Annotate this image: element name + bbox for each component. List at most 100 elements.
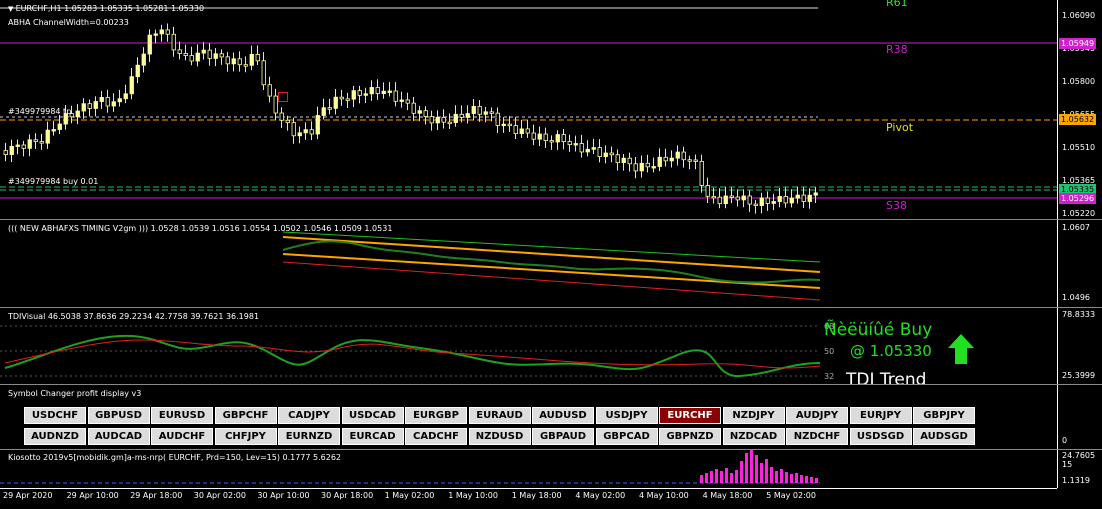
current-price-tag: 1.05296 (1059, 193, 1097, 204)
symbol-button-eurcad[interactable]: EURCAD (341, 428, 404, 445)
s38-label: S38 (886, 199, 907, 212)
time-tick: 4 May 02:00 (575, 491, 626, 500)
time-tick: 29 Apr 2020 (3, 491, 53, 500)
symbol-button-usdjpy[interactable]: USDJPY (595, 407, 658, 424)
candle-body (705, 185, 710, 197)
symbol-button-cadchf[interactable]: CADCHF (405, 428, 467, 445)
symbol-button-usdchf[interactable]: USDCHF (24, 407, 86, 424)
kiosotto-bar (810, 477, 813, 483)
kiosotto-title: Kiosotto 2019v5[mobidik.gm]a-ms-nrp( EUR… (8, 453, 342, 462)
candle-body (657, 156, 662, 167)
kiosotto-bar (790, 474, 793, 483)
candle-body (303, 129, 308, 134)
time-tick: 4 May 18:00 (702, 491, 753, 500)
buy-signal-price: @ 1.05330 (850, 342, 932, 360)
candle-body (123, 93, 128, 100)
candle-body (477, 106, 482, 115)
candle-body (795, 194, 800, 199)
symbol-button-audnzd[interactable]: AUDNZD (24, 428, 86, 445)
symbol-button-nzdusd[interactable]: NZDUSD (468, 428, 531, 445)
candle-body (93, 101, 98, 109)
dropdown-icon[interactable]: ▼ (8, 5, 16, 13)
symbol-button-audchf[interactable]: AUDCHF (151, 428, 213, 445)
symbol-button-audsgd[interactable]: AUDSGD (913, 428, 975, 445)
candle-body (777, 196, 782, 202)
candle-body (507, 123, 512, 127)
candle-body (555, 134, 560, 143)
candle-body (87, 103, 92, 109)
candle-body (21, 144, 26, 149)
candle-body (207, 49, 212, 59)
candle-body (399, 99, 404, 102)
candle-body (171, 33, 176, 51)
symbol-button-audjpy[interactable]: AUDJPY (786, 407, 848, 424)
r38-label: R38 (886, 43, 908, 56)
symbol-button-gbpusd[interactable]: GBPUSD (87, 407, 150, 424)
tdi-level-50: 50 (824, 347, 835, 356)
symbol-button-nzdcad[interactable]: NZDCAD (722, 428, 785, 445)
candle-body (51, 129, 56, 132)
candle-body (357, 90, 362, 96)
symbol-button-nzdjpy[interactable]: NZDJPY (722, 407, 785, 424)
candle-body (549, 140, 554, 143)
candle-body (429, 116, 434, 124)
symbol-button-usdsgd[interactable]: USDSGD (849, 428, 912, 445)
symbol-button-gbpjpy[interactable]: GBPJPY (913, 407, 975, 424)
time-tick: 1 May 02:00 (384, 491, 435, 500)
kiosotto-bar (700, 475, 703, 483)
alert-icon[interactable] (278, 92, 288, 102)
symbol-button-gbpchf[interactable]: GBPCHF (214, 407, 277, 424)
symbol-button-eurjpy[interactable]: EURJPY (849, 407, 912, 424)
candle-body (183, 53, 188, 56)
candle-body (789, 197, 794, 204)
symbol-button-chfjpy[interactable]: CHFJPY (214, 428, 277, 445)
candle-body (441, 116, 446, 123)
symbol-button-audusd[interactable]: AUDUSD (532, 407, 594, 424)
symbol-button-nzdchf[interactable]: NZDCHF (786, 428, 848, 445)
symbol-button-audcad[interactable]: AUDCAD (87, 428, 150, 445)
candle-body (27, 139, 32, 149)
main-chart-pane[interactable]: ▼ EURCHF,H1 1.05283 1.05335 1.05281 1.05… (0, 0, 1057, 219)
symbol-button-eurusd[interactable]: EURUSD (151, 407, 213, 424)
candle-body (729, 195, 734, 198)
candle-body (447, 121, 452, 125)
symbol-button-gbpcad[interactable]: GBPCAD (595, 428, 658, 445)
candle-body (471, 106, 476, 114)
candle-body (297, 132, 302, 137)
candle-body (723, 195, 728, 205)
symbol-axis: 0 (1057, 385, 1102, 449)
symbol-button-euraud[interactable]: EURAUD (468, 407, 531, 424)
candle-body (351, 90, 356, 100)
candle-body (519, 128, 524, 135)
timing-title: ((( NEW ABHAFXS TIMING V2gm ))) 1.0528 1… (8, 224, 393, 233)
candle-body (369, 87, 374, 95)
pivot-label: Pivot (886, 121, 914, 134)
kiosotto-bar (715, 469, 718, 483)
symbol-button-cadjpy[interactable]: CADJPY (278, 407, 340, 424)
kiosotto-bar (770, 467, 773, 483)
symbol-button-eurnzd[interactable]: EURNZD (278, 428, 340, 445)
chart-title: ▼ EURCHF,H1 1.05283 1.05335 1.05281 1.05… (8, 4, 204, 13)
candle-body (117, 98, 122, 103)
candle-body (129, 76, 134, 95)
symbol-button-usdcad[interactable]: USDCAD (341, 407, 404, 424)
symbol-button-eurgbp[interactable]: EURGBP (405, 407, 467, 424)
symbol-button-gbpnzd[interactable]: GBPNZD (659, 428, 721, 445)
candle-body (45, 129, 50, 144)
tdi-pane[interactable]: TDIVisual 46.5038 37.8636 29.2234 42.775… (0, 308, 1057, 384)
price-tick: 1.05220 (1062, 209, 1096, 218)
tdi-axis: 78.8333 25.3999 (1057, 308, 1102, 384)
candle-body (231, 58, 236, 65)
candle-body (417, 110, 422, 114)
candle-body (807, 194, 812, 202)
candle-body (273, 95, 278, 114)
timing-indicator-pane[interactable]: ((( NEW ABHAFXS TIMING V2gm ))) 1.0528 1… (0, 220, 1057, 307)
kiosotto-bar (765, 459, 768, 483)
symbol-button-gbpaud[interactable]: GBPAUD (532, 428, 594, 445)
kiosotto-bar (730, 473, 733, 483)
pivot-price-tag: 1.05632 (1059, 114, 1097, 125)
kiosotto-pane[interactable]: Kiosotto 2019v5[mobidik.gm]a-ms-nrp( EUR… (0, 450, 1057, 488)
symbol-button-eurchf[interactable]: EURCHF (659, 407, 721, 424)
candle-body (3, 150, 8, 155)
kiosotto-bar (755, 455, 758, 483)
